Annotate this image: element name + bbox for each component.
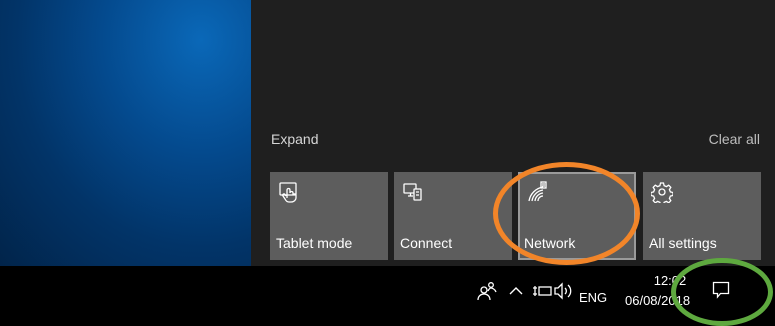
people-icon[interactable]	[476, 280, 498, 302]
clear-all-link[interactable]: Clear all	[709, 131, 760, 147]
network-highlight-ring	[493, 162, 640, 265]
tile-label: All settings	[649, 235, 717, 251]
tablet-mode-icon	[278, 181, 300, 203]
tile-label: Connect	[400, 235, 453, 251]
tile-label: Tablet mode	[276, 235, 353, 251]
notifications-highlight-ring	[671, 258, 773, 326]
chevron-up-icon[interactable]	[507, 282, 529, 304]
battery-icon[interactable]	[531, 282, 553, 304]
expand-link[interactable]: Expand	[271, 131, 318, 147]
tile-tablet-mode[interactable]: Tablet mode	[270, 172, 388, 260]
desktop-wallpaper	[0, 0, 251, 266]
tile-all-settings[interactable]: All settings	[643, 172, 761, 260]
gear-icon	[651, 181, 673, 203]
connect-icon	[402, 181, 424, 203]
volume-icon[interactable]	[553, 282, 575, 304]
language-indicator[interactable]: ENG	[579, 290, 607, 305]
